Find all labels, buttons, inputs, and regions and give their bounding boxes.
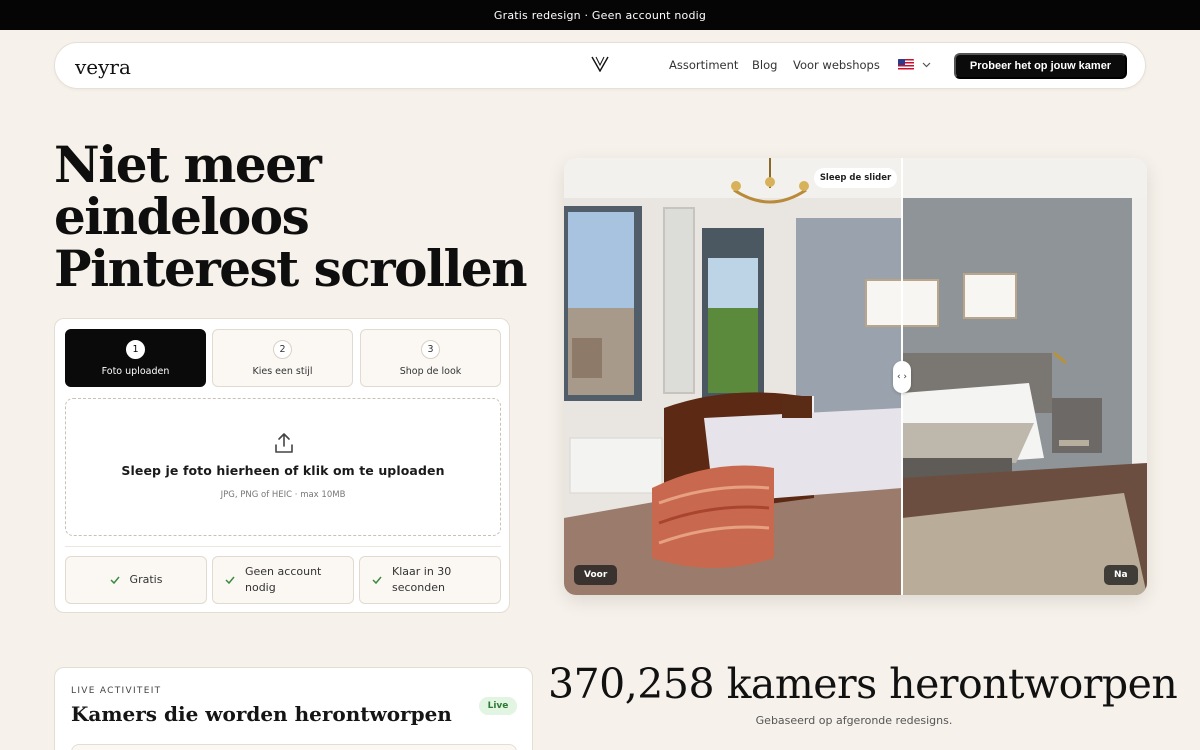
rooms-redesigned-count: 370,258 kamers herontworpen (548, 660, 1178, 708)
photo-dropzone[interactable]: Sleep je foto hierheen of klik om te upl… (65, 398, 501, 536)
step-number: 1 (126, 339, 145, 359)
divider (65, 546, 501, 547)
step-label: Shop de look (399, 365, 462, 377)
live-activity-eyebrow: LIVE ACTIVITEIT (71, 686, 162, 696)
live-activity-card: LIVE ACTIVITEIT Kamers die worden heront… (54, 667, 533, 750)
announcement-bar: Gratis redesign · Geen account nodig (0, 0, 1200, 30)
slider-hint-tooltip: Sleep de slider (814, 168, 897, 188)
upload-icon (275, 433, 293, 453)
feature-label-line: Geen account (245, 565, 322, 578)
step-label: Kies een stijl (252, 365, 313, 377)
nav-link-assortiment[interactable]: Assortiment (669, 58, 738, 72)
step-kies-een-stijl[interactable]: 2 Kies een stijl (212, 329, 353, 387)
bedroom-photo (564, 158, 1147, 595)
language-selector[interactable] (898, 59, 931, 70)
hero-title-line: Pinterest scrollen (54, 239, 528, 298)
feature-label-line: Klaar in 30 (392, 565, 452, 578)
v-logo-icon (591, 56, 609, 72)
check-icon (225, 576, 235, 584)
hero-title: Niet meer eindeloos Pinterest scrollen (54, 139, 534, 295)
before-after-compare[interactable]: Sleep de slider ‹ › Voor Na (564, 158, 1147, 595)
step-shop-de-look[interactable]: 3 Shop de look (360, 329, 501, 387)
chevron-down-icon (922, 62, 931, 67)
after-label: Na (1104, 565, 1138, 585)
live-badge: Live (479, 697, 517, 715)
step-number: 2 (273, 339, 292, 359)
check-icon (110, 576, 120, 584)
try-on-room-button[interactable]: Probeer het op jouw kamer (954, 53, 1127, 79)
feature-label: Gratis (129, 573, 163, 586)
feature-label: Geen account nodig (245, 564, 321, 596)
brand-logo[interactable]: veyra (75, 55, 131, 79)
dropzone-file-types: JPG, PNG of HEIC · max 10MB (220, 490, 346, 500)
navbar: veyra Assortiment Blog Voor webshops Pro… (54, 42, 1146, 89)
nav-link-blog[interactable]: Blog (752, 58, 777, 72)
feature-label: Klaar in 30 seconden (392, 564, 451, 596)
step-foto-uploaden[interactable]: 1 Foto uploaden (65, 329, 206, 387)
step-number: 3 (421, 339, 440, 359)
live-activity-item (71, 744, 517, 750)
rooms-redesigned-caption: Gebaseerd op afgeronde redesigns. (755, 714, 953, 727)
nav-link-voor-webshops[interactable]: Voor webshops (793, 58, 880, 72)
check-icon (372, 576, 382, 584)
upload-card: 1 Foto uploaden 2 Kies een stijl 3 Shop … (54, 318, 510, 613)
feature-label-line: nodig (245, 581, 276, 594)
feature-geen-account: Geen account nodig (212, 556, 354, 604)
live-activity-title: Kamers die worden herontworpen (71, 702, 452, 726)
before-label: Voor (574, 565, 618, 585)
us-flag-icon (898, 59, 914, 70)
feature-gratis: Gratis (65, 556, 207, 604)
hero-title-line: Niet meer (54, 135, 322, 194)
step-label: Foto uploaden (101, 365, 170, 377)
announcement-text: Gratis redesign · Geen account nodig (493, 8, 707, 22)
dropzone-instruction: Sleep je foto hierheen of klik om te upl… (121, 463, 445, 478)
hero-title-line: eindeloos (54, 187, 310, 246)
feature-klaar-in-30-seconden: Klaar in 30 seconden (359, 556, 501, 604)
feature-label-line: seconden (392, 581, 445, 594)
compare-slider-handle[interactable]: ‹ › (893, 361, 911, 393)
